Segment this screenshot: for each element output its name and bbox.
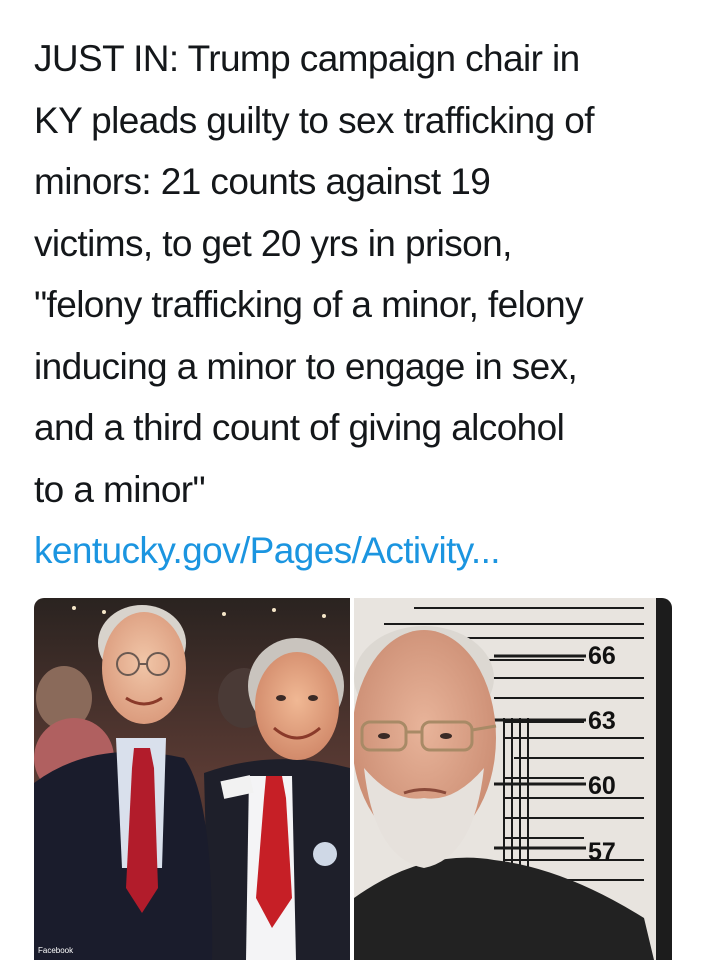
tweet-line: and a third count of giving alcohol <box>34 407 565 448</box>
tweet-line: "felony trafficking of a minor, felony <box>34 284 584 325</box>
tweet-line: to a minor" <box>34 468 206 510</box>
mugshot-photo-image: 66 63 60 57 <box>354 598 672 960</box>
tweet-line: KY pleads guilty to sex trafficking of <box>34 99 595 141</box>
height-mark-57: 57 <box>588 838 616 866</box>
tweet-screenshot: JUST IN: Trump campaign chair in KY plea… <box>0 0 706 960</box>
height-mark-66: 66 <box>588 642 616 670</box>
event-photo-image <box>34 598 350 960</box>
height-mark-60: 60 <box>588 772 616 800</box>
facebook-watermark: Facebook <box>38 946 74 955</box>
event-photo[interactable] <box>34 598 350 960</box>
tweet-body: JUST IN: Trump campaign chair in KY plea… <box>34 28 684 520</box>
height-mark-63: 63 <box>588 707 616 735</box>
tweet-line: inducing a minor to engage in sex, <box>34 345 578 387</box>
mugshot-photo[interactable]: 66 63 60 57 <box>354 598 672 960</box>
tweet-line: JUST IN: Trump campaign chair in <box>34 38 580 79</box>
article-link[interactable]: kentucky.gov/Pages/Activity... <box>34 520 501 581</box>
tweet-line: minors: 21 counts against 19 <box>34 161 491 202</box>
tweet-line: victims, to get 20 yrs in prison, <box>34 222 512 264</box>
